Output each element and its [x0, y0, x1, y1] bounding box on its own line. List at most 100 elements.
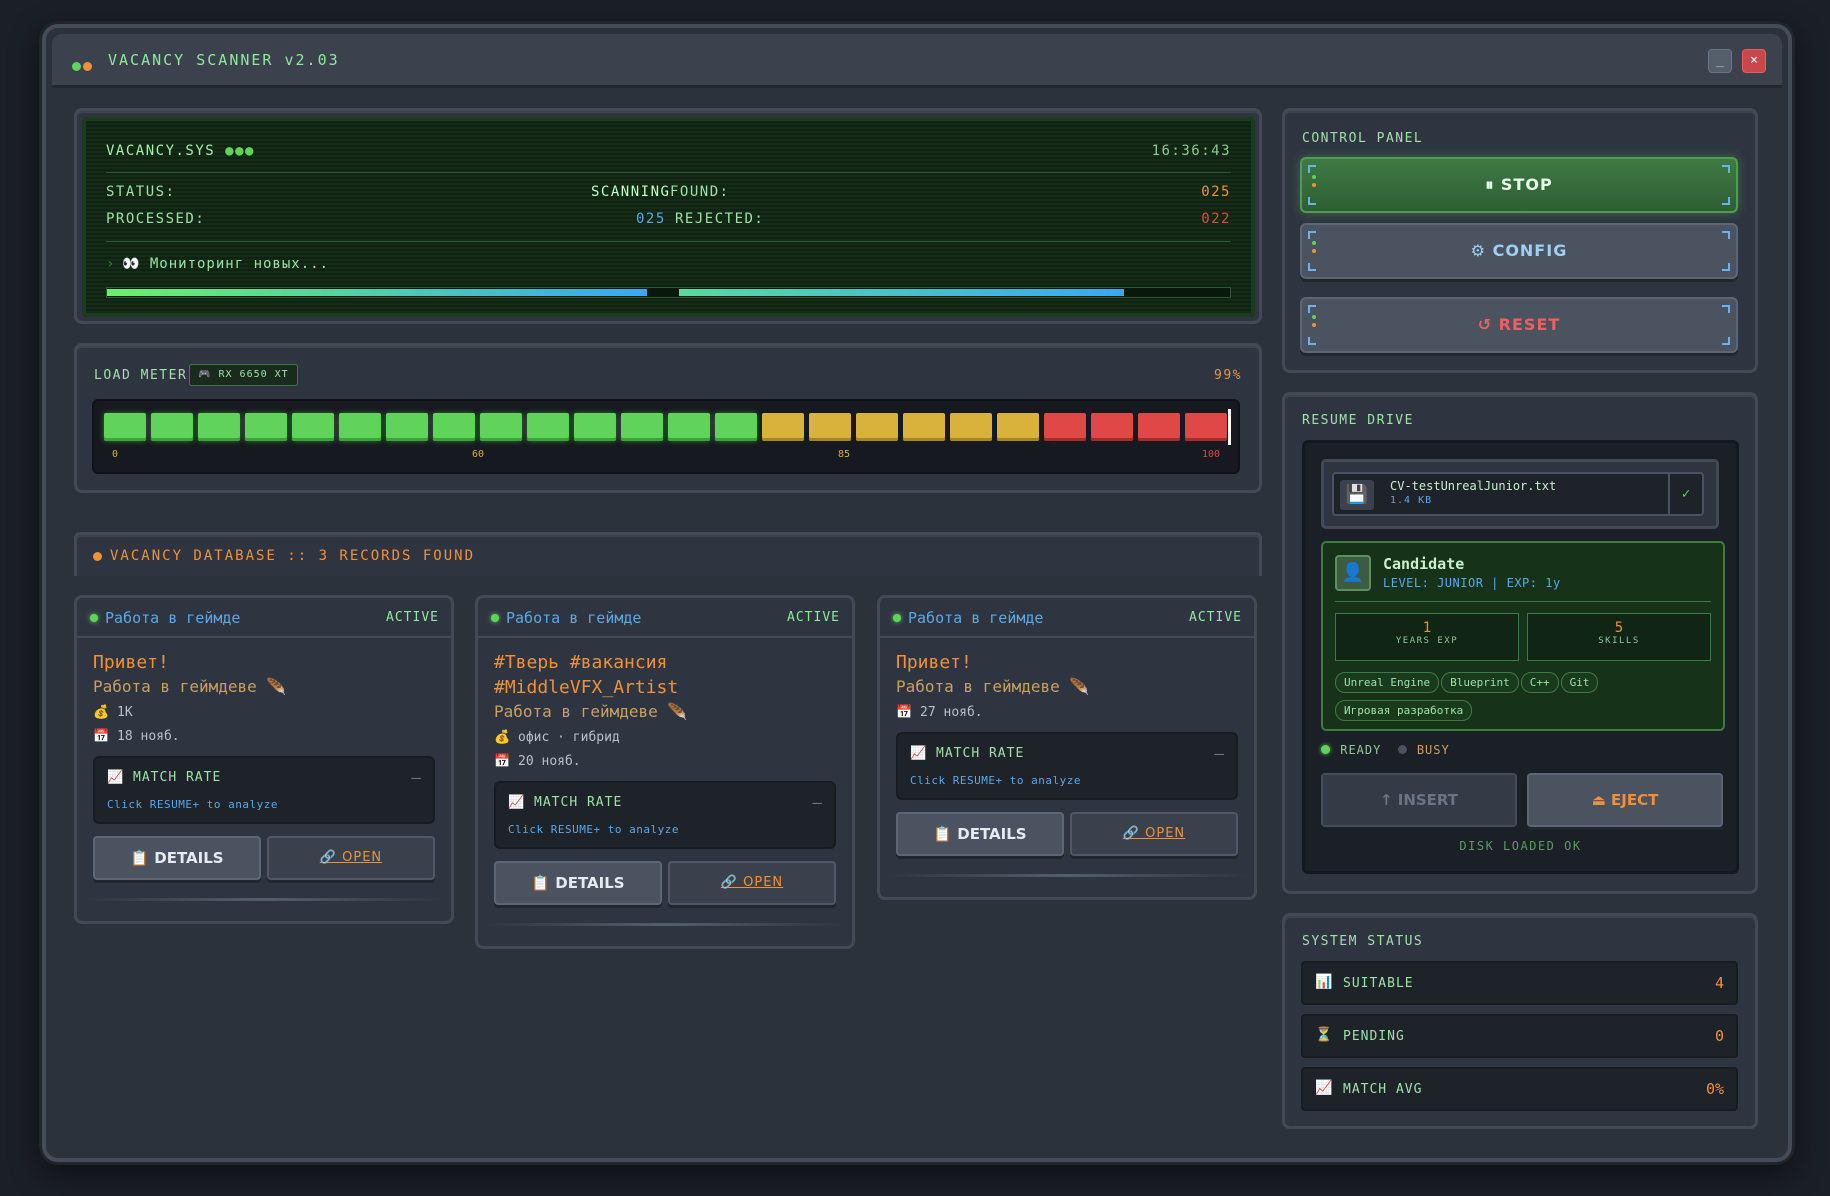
status-label: STATUS: — [106, 184, 176, 200]
card-info-row: 📅 18 нояб. — [93, 729, 435, 744]
open-link-button[interactable]: 🔗 OPEN — [668, 861, 836, 905]
ready-led-icon — [1321, 745, 1330, 754]
window-status-leds — [72, 56, 94, 75]
status-row: 📈 MATCH AVG 0% — [1301, 1067, 1738, 1111]
minimize-button[interactable]: _ — [1708, 49, 1732, 73]
led-orange-icon — [83, 62, 92, 71]
meter-segment — [292, 413, 334, 441]
details-button[interactable]: 📋 DETAILS — [896, 812, 1064, 856]
match-rate-value: — — [1214, 744, 1224, 763]
meter-tick: 100 — [1202, 449, 1221, 460]
meter-needle — [1228, 409, 1231, 445]
config-button[interactable]: ⚙ CONFIG — [1300, 223, 1738, 279]
terminal-time: 16:36:43 — [1151, 143, 1231, 159]
card-source[interactable]: Работа в геймде — [908, 609, 1043, 627]
status-row: 📊 SUITABLE 4 — [1301, 961, 1738, 1005]
match-rate-hint: Click RESUME+ to analyze — [508, 823, 679, 836]
progress-fill-a — [107, 289, 647, 296]
chart-icon: 📈 — [508, 795, 526, 810]
rejected-label: REJECTED: — [675, 211, 765, 227]
db-led-icon — [93, 552, 102, 561]
disk-file[interactable]: 💾 CV-testUnrealJunior.txt 1.4 KB ✓ — [1332, 472, 1704, 516]
card-title: Привет! — [896, 652, 972, 673]
open-link-button[interactable]: 🔗 OPEN — [267, 836, 435, 880]
card-subtitle: Работа в геймдеве 🪶 — [93, 677, 287, 696]
details-button[interactable]: 📋 DETAILS — [494, 861, 662, 905]
stop-button[interactable]: ⏸ STOP — [1300, 157, 1738, 213]
avatar-icon: 👤 — [1335, 555, 1371, 591]
eject-button[interactable]: ⏏ EJECT — [1527, 773, 1723, 827]
scan-progress — [106, 287, 1231, 298]
info-icon: 📅 — [896, 705, 913, 720]
processed-value: 025 — [636, 211, 666, 227]
meter-segment — [856, 413, 898, 441]
vacancy-card: Работа в геймде ACTIVE Привет! Работа в … — [74, 595, 454, 924]
match-rate-hint: Click RESUME+ to analyze — [910, 774, 1081, 787]
insert-button[interactable]: ↑ INSERT — [1321, 773, 1517, 827]
meter-segment — [151, 413, 193, 441]
card-header: Работа в геймде ACTIVE — [880, 598, 1254, 638]
status-icon: 📊 — [1315, 974, 1333, 990]
status-label: MATCH AVG — [1343, 1082, 1423, 1097]
load-meter-label: LOAD METER — [94, 368, 188, 383]
meter-segment — [809, 413, 851, 441]
active-led-icon — [491, 614, 499, 622]
info-text: 1K — [117, 705, 133, 720]
gpu-badge: 🎮 RX 6650 XT — [189, 364, 298, 386]
card-footer-line — [83, 898, 445, 901]
disk-slot[interactable]: 💾 CV-testUnrealJunior.txt 1.4 KB ✓ — [1321, 459, 1719, 529]
card-status: ACTIVE — [787, 610, 840, 625]
meter-segment — [433, 413, 475, 441]
meter-segment — [386, 413, 428, 441]
open-link-button[interactable]: 🔗 OPEN — [1070, 812, 1238, 856]
skill-tags: Unreal Engine Blueprint C++ Git Игровая разр… — [1335, 671, 1715, 727]
skill-tag: Blueprint — [1441, 672, 1519, 693]
load-percent: 99% — [1214, 368, 1242, 383]
years-exp-box: 1 YEARS EXP — [1335, 613, 1519, 661]
meter-segment — [480, 413, 522, 441]
details-button[interactable]: 📋 DETAILS — [93, 836, 261, 880]
meter-segment — [198, 413, 240, 441]
processed-label: PROCESSED: — [106, 211, 206, 227]
card-status: ACTIVE — [1189, 610, 1242, 625]
card-status: ACTIVE — [386, 610, 439, 625]
close-button[interactable]: × — [1742, 49, 1766, 73]
title-bar[interactable]: VACANCY SCANNER v2.03 _ × — [52, 34, 1782, 88]
drive-state: READY BUSY — [1321, 743, 1450, 757]
card-source[interactable]: Работа в геймде — [105, 609, 240, 627]
card-footer-line — [886, 874, 1248, 877]
meter-segment — [574, 413, 616, 441]
reset-button[interactable]: ↺ RESET — [1300, 297, 1738, 353]
card-info-row: 💰 офис · гибрид — [494, 730, 836, 745]
busy-label: BUSY — [1416, 743, 1450, 757]
match-rate-value: — — [411, 768, 421, 787]
card-title: Привет! — [93, 652, 169, 673]
skills-box: 5 SKILLS — [1527, 613, 1711, 661]
disk-status: DISK LOADED OK — [1459, 839, 1582, 853]
meter-segment — [339, 413, 381, 441]
candidate-name: Candidate — [1383, 555, 1465, 573]
match-rate-hint: Click RESUME+ to analyze — [107, 798, 278, 811]
meter-segment — [1138, 413, 1180, 441]
card-source[interactable]: Работа в геймде — [506, 609, 641, 627]
match-rate-label: 📈 MATCH RATE — [910, 746, 1025, 761]
skills-label: SKILLS — [1598, 636, 1640, 646]
skills-value: 5 — [1614, 620, 1624, 636]
terminal-dots: ●●● — [225, 143, 255, 159]
card-info-row: 📅 27 нояб. — [896, 705, 1238, 720]
drive-bay: 💾 CV-testUnrealJunior.txt 1.4 KB ✓ 👤 Can… — [1302, 440, 1739, 874]
match-rate-box: 📈 MATCH RATE — Click RESUME+ to analyze — [93, 756, 435, 824]
meter-segment — [715, 413, 757, 441]
config-label: ⚙ CONFIG — [1470, 241, 1568, 260]
prompt-icon: › — [106, 256, 116, 272]
card-header: Работа в геймде ACTIVE — [77, 598, 451, 638]
stop-label: ⏸ STOP — [1485, 175, 1553, 194]
busy-led-icon — [1397, 745, 1407, 754]
status-value: 0 — [1714, 1027, 1724, 1045]
meter-segment — [104, 413, 146, 441]
info-text: 20 нояб. — [518, 754, 581, 769]
status-icon: ⏳ — [1315, 1027, 1333, 1043]
match-rate-label: 📈 MATCH RATE — [107, 770, 222, 785]
candidate-card: 👤 Candidate LEVEL: JUNIOR | EXP: 1y 1 YE… — [1321, 541, 1725, 731]
match-rate-box: 📈 MATCH RATE — Click RESUME+ to analyze — [896, 732, 1238, 800]
